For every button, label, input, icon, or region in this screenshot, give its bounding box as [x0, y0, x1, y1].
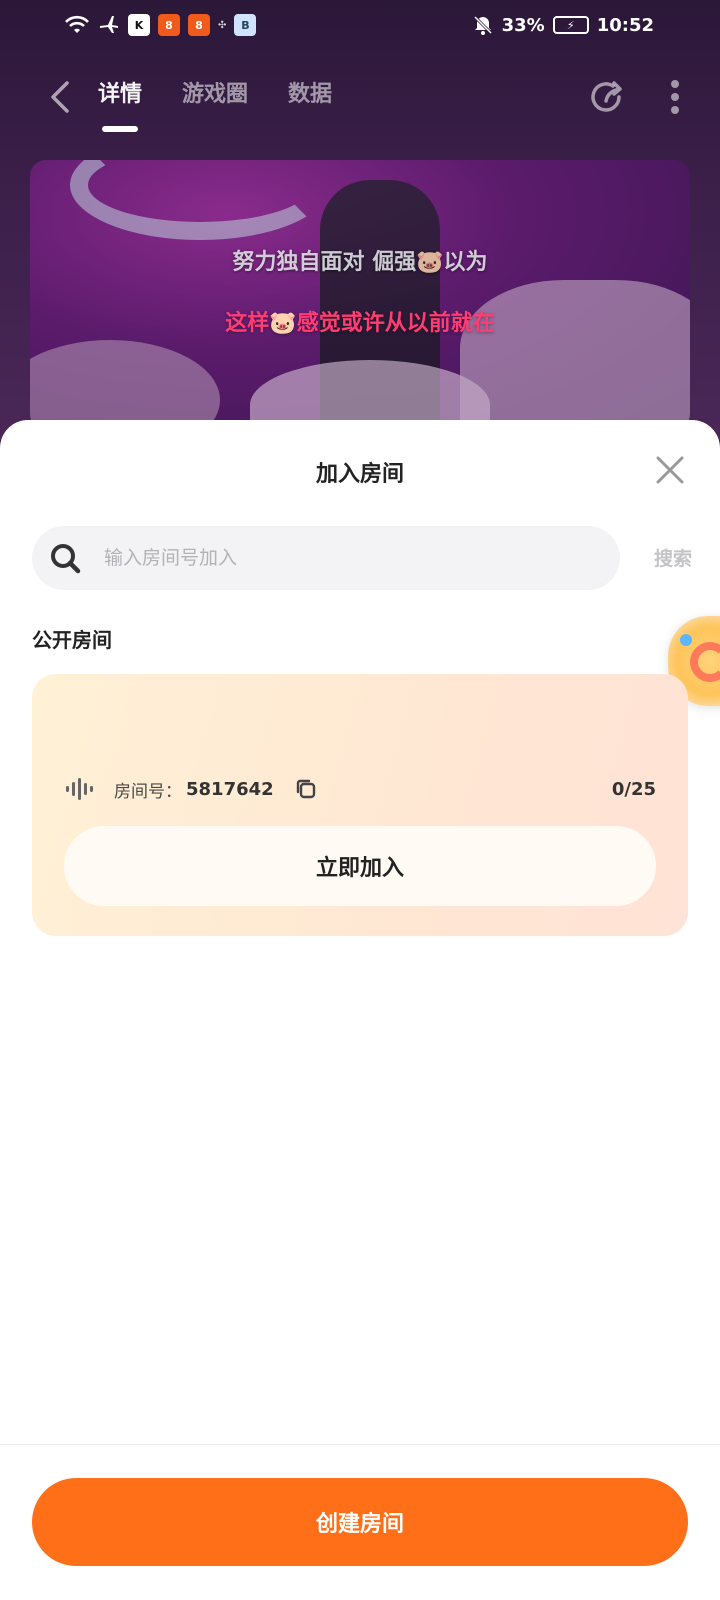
status-bar-left: K 8 8 ✣ B: [64, 14, 257, 36]
tab-game-circle[interactable]: 游戏圈: [182, 76, 248, 118]
room-member-count: 0/25: [611, 778, 656, 800]
more-button[interactable]: [670, 79, 680, 115]
video-player[interactable]: 努力独自面对 倔强🐷以为 这样🐷感觉或许从以前就在: [30, 160, 690, 430]
room-number-label: 房间号：: [114, 781, 182, 802]
divider: [0, 1444, 720, 1445]
public-rooms-heading: 公开房间: [32, 628, 112, 652]
tab-data[interactable]: 数据: [288, 76, 332, 118]
join-room-sheet: 加入房间 搜索 公开房间 房间号： 5817642 0/25 立即加入: [0, 420, 720, 1600]
top-nav-bar: 详情 游戏圈 数据: [0, 62, 720, 132]
tab-details[interactable]: 详情: [98, 76, 142, 118]
clock: 10:52: [596, 14, 654, 36]
nav-actions: [586, 77, 680, 117]
app-icon-orange-1: 8: [158, 14, 180, 36]
copy-button[interactable]: [294, 777, 318, 801]
video-scene-shape: [30, 340, 220, 430]
app-icon-orange-2: 8: [188, 14, 210, 36]
join-now-button[interactable]: 立即加入: [64, 826, 656, 906]
room-meta: 房间号： 5817642 0/25: [64, 774, 656, 804]
more-icon: [671, 80, 679, 114]
search-icon: [48, 541, 82, 575]
app-icon-blue: B: [234, 14, 257, 36]
sheet-title: 加入房间: [315, 462, 404, 487]
back-button[interactable]: [40, 77, 80, 117]
search-box[interactable]: [32, 526, 620, 590]
video-scene-shape: [70, 160, 330, 240]
share-icon: [591, 81, 622, 112]
create-room-button[interactable]: 创建房间: [32, 1478, 688, 1566]
search-button[interactable]: 搜索: [654, 544, 692, 571]
lyric-line-2: 这样🐷感觉或许从以前就在: [225, 311, 495, 336]
airplane-icon: [98, 14, 120, 36]
close-icon: [656, 456, 684, 484]
nav-tabs: 详情 游戏圈 数据: [98, 76, 332, 118]
search-row: 搜索: [32, 526, 692, 590]
share-button[interactable]: [586, 77, 626, 117]
app-icon-k: K: [128, 14, 150, 36]
video-scene-shape: [460, 280, 690, 430]
close-button[interactable]: [650, 450, 690, 490]
bell-off-icon: [472, 14, 494, 36]
status-bar: K 8 8 ✣ B 33% ⚡ 10:52: [0, 0, 720, 50]
battery-charging-icon: ⚡: [552, 16, 589, 34]
mascot-icon: [690, 642, 720, 682]
lyric-line-1: 努力独自面对 倔强🐷以为: [232, 250, 488, 275]
status-bar-right: 33% ⚡ 10:52: [472, 14, 654, 36]
audio-wave-icon: [64, 777, 98, 801]
wifi-icon: [64, 15, 90, 35]
back-icon: [51, 81, 69, 113]
room-number-input[interactable]: [104, 547, 564, 569]
battery-percent: 33%: [501, 14, 545, 36]
app-icon-small: ✣: [218, 19, 227, 31]
room-card: 房间号： 5817642 0/25 立即加入: [32, 674, 688, 936]
copy-icon: [296, 779, 315, 799]
room-number-value: 5817642: [186, 778, 274, 800]
drop-icon: [680, 634, 692, 646]
